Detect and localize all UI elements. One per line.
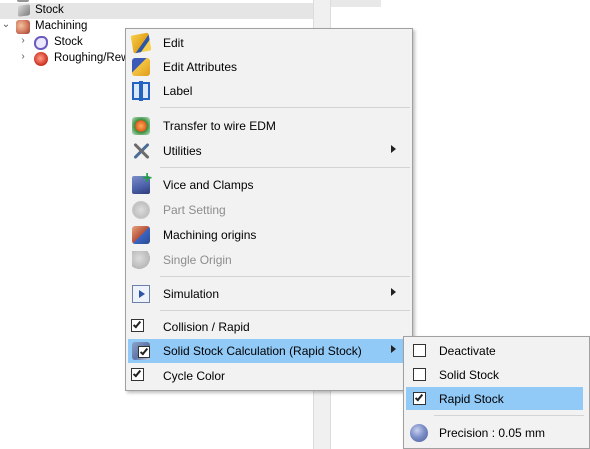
menu-item-label: Solid Stock Calculation (Rapid Stock) (163, 344, 362, 358)
checkbox-checked[interactable] (131, 319, 144, 332)
chevron-right-icon[interactable]: › (18, 35, 28, 46)
menu-item-label: Simulation (163, 287, 220, 301)
menu-item-label[interactable]: Label (128, 79, 410, 103)
stock-cube-icon (17, 0, 29, 2)
tree-item-label: Stock (35, 4, 64, 16)
menu-item-label: Cycle Color (163, 369, 226, 383)
menu-item-label: Part Setting (163, 203, 226, 217)
precision-sphere-icon (410, 424, 428, 442)
submenu-arrow-icon (391, 288, 396, 296)
menu-item-label: Edit Attributes (163, 60, 238, 74)
menu-item-label: Edit (163, 36, 184, 50)
checkmark-icon (414, 392, 424, 402)
menu-item-label: Machining origins (163, 228, 257, 242)
single-origin-icon (132, 251, 150, 269)
menu-item-label: Vice and Clamps (163, 178, 254, 192)
menu-item-simulation[interactable]: Simulation (128, 282, 410, 306)
menu-separator (434, 415, 584, 416)
tree-item-stock-root[interactable]: Stock (0, 3, 313, 19)
submenu-item-label: Precision : 0.05 mm (439, 426, 546, 440)
stock-cube-icon (18, 4, 30, 17)
menu-item-label: Label (163, 84, 193, 98)
solid-stock-submenu: Deactivate Solid Stock Rapid Stock Preci… (403, 336, 590, 449)
checkmark-icon (139, 346, 149, 356)
submenu-item-deactivate[interactable]: Deactivate (406, 339, 583, 362)
roughing-icon (34, 52, 48, 66)
pencil-edit-icon (130, 32, 152, 54)
machining-origins-icon (132, 226, 150, 244)
menu-item-machining-origins[interactable]: Machining origins (128, 223, 410, 247)
submenu-item-rapid-stock[interactable]: Rapid Stock (406, 387, 583, 410)
menu-item-edit[interactable]: Edit (128, 31, 410, 55)
submenu-item-precision[interactable]: Precision : 0.05 mm (406, 421, 583, 444)
menu-separator (160, 310, 410, 311)
menu-separator (160, 276, 410, 277)
submenu-item-label: Solid Stock (439, 368, 500, 382)
chevron-right-icon[interactable]: › (18, 51, 28, 62)
checkbox-unchecked[interactable] (413, 368, 426, 381)
submenu-item-solid-stock[interactable]: Solid Stock (406, 363, 583, 386)
menu-item-collision-rapid[interactable]: Collision / Rapid (128, 315, 410, 339)
menu-item-label: Single Origin (163, 253, 232, 267)
submenu-arrow-icon (391, 345, 396, 353)
vice-clamp-icon (132, 170, 153, 194)
menu-item-utilities[interactable]: Utilities (128, 139, 410, 163)
menu-separator (160, 167, 410, 168)
label-icon (132, 81, 150, 101)
menu-item-label: Utilities (163, 144, 202, 158)
checkbox-checked[interactable] (138, 346, 150, 358)
menu-item-solid-stock-calculation[interactable]: Solid Stock Calculation (Rapid Stock) (128, 339, 410, 363)
checkmark-icon (132, 368, 142, 378)
tree-item-label: Stock (54, 36, 83, 48)
simulation-play-icon (132, 285, 150, 303)
tree-item-label: Machining (35, 20, 88, 32)
submenu-item-label: Deactivate (439, 344, 496, 358)
part-setting-icon (132, 201, 150, 219)
menu-item-cycle-color[interactable]: Cycle Color (128, 364, 410, 388)
menu-item-part-setting: Part Setting (128, 198, 410, 222)
tree-item-label: Roughing/Rewc (54, 52, 136, 64)
menu-item-label: Collision / Rapid (163, 320, 250, 334)
menu-item-edit-attributes[interactable]: Edit Attributes (128, 55, 410, 79)
submenu-item-label: Rapid Stock (439, 392, 504, 406)
chevron-down-icon[interactable]: ⌄ (1, 19, 11, 30)
right-panel-header (331, 0, 381, 7)
context-menu: Edit Edit Attributes Label Transfer to w… (125, 28, 413, 391)
menu-item-label: Transfer to wire EDM (163, 119, 276, 133)
machining-icon (16, 20, 30, 34)
menu-separator (160, 107, 410, 108)
menu-item-vice-clamps[interactable]: Vice and Clamps (128, 170, 410, 197)
tools-icon (132, 142, 150, 160)
wire-edm-icon (132, 117, 150, 135)
submenu-arrow-icon (391, 145, 396, 153)
menu-item-single-origin: Single Origin (128, 248, 410, 272)
checkmark-icon (132, 319, 142, 329)
menu-item-transfer-wire-edm[interactable]: Transfer to wire EDM (128, 114, 410, 138)
checkbox-unchecked[interactable] (413, 344, 426, 357)
checkbox-checked[interactable] (413, 392, 426, 405)
stock-outline-icon (34, 36, 48, 50)
checkbox-checked[interactable] (131, 368, 144, 381)
edit-attributes-icon (132, 58, 150, 76)
